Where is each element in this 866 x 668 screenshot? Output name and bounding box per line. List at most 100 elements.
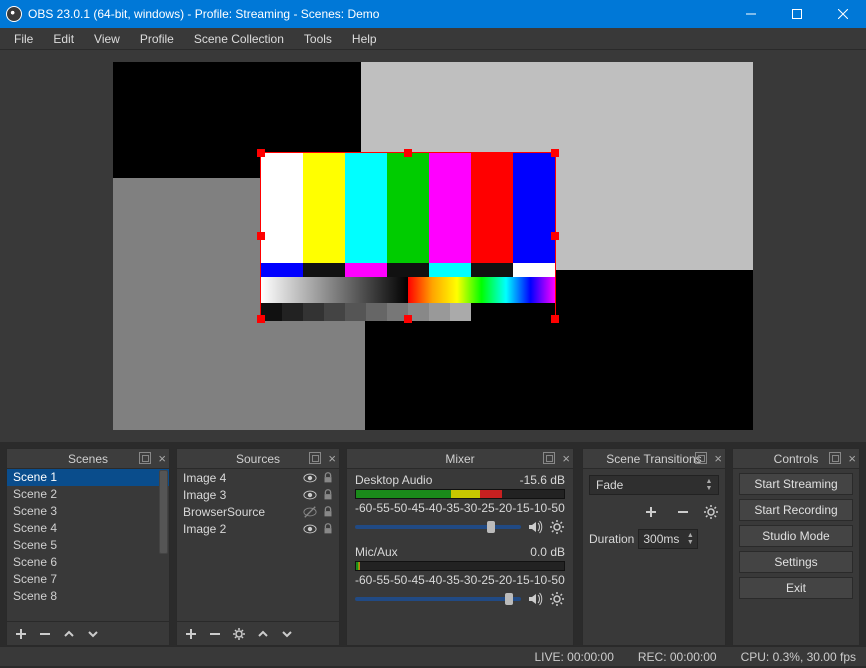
- visibility-hidden-icon[interactable]: [303, 505, 317, 519]
- remove-source-button[interactable]: [203, 623, 227, 645]
- close-icon[interactable]: ×: [158, 451, 166, 466]
- scenes-panel: Scenes × Scene 1 Scene 2 Scene 3 Scene 4 …: [6, 448, 170, 646]
- volume-slider[interactable]: [355, 597, 521, 601]
- studio-mode-button[interactable]: Studio Mode: [739, 525, 853, 547]
- resize-handle-icon[interactable]: [551, 315, 559, 323]
- source-item[interactable]: Image 4: [177, 469, 339, 486]
- transition-select[interactable]: Fade ▲▼: [589, 475, 719, 495]
- source-label: BrowserSource: [183, 505, 303, 519]
- resize-handle-icon[interactable]: [257, 149, 265, 157]
- resize-handle-icon[interactable]: [257, 315, 265, 323]
- popout-icon[interactable]: [309, 452, 321, 464]
- close-icon[interactable]: ×: [714, 451, 722, 466]
- scene-item[interactable]: Scene 4: [7, 520, 169, 537]
- resize-handle-icon[interactable]: [551, 232, 559, 240]
- visibility-icon[interactable]: [303, 471, 317, 485]
- preview-canvas[interactable]: [113, 62, 753, 430]
- channel-db: -15.6 dB: [520, 473, 565, 487]
- menu-tools[interactable]: Tools: [294, 30, 342, 48]
- controls-title: Controls: [774, 452, 819, 466]
- menu-edit[interactable]: Edit: [43, 30, 84, 48]
- source-item[interactable]: Image 3: [177, 486, 339, 503]
- scrollbar-thumb[interactable]: [159, 470, 168, 554]
- source-item[interactable]: Image 2: [177, 520, 339, 537]
- add-scene-button[interactable]: [9, 623, 33, 645]
- scene-item[interactable]: Scene 8: [7, 588, 169, 605]
- lock-icon[interactable]: [321, 505, 335, 519]
- mute-button[interactable]: [527, 519, 543, 535]
- channel-db: 0.0 dB: [530, 545, 565, 559]
- move-up-button[interactable]: [251, 623, 275, 645]
- scene-item[interactable]: Scene 3: [7, 503, 169, 520]
- start-streaming-button[interactable]: Start Streaming: [739, 473, 853, 495]
- meter-scale: -60-55-50-45-40-35-30-25-20-15-10-50: [355, 573, 565, 587]
- duration-label: Duration: [589, 532, 634, 546]
- visibility-icon[interactable]: [303, 522, 317, 536]
- transition-value: Fade: [596, 478, 623, 492]
- menu-help[interactable]: Help: [342, 30, 387, 48]
- transitions-panel: Scene Transitions× Fade▲▼ Duration 300ms…: [582, 448, 726, 646]
- lock-icon[interactable]: [321, 522, 335, 536]
- scene-item[interactable]: Scene 1: [7, 469, 169, 486]
- duration-input[interactable]: 300ms ▲▼: [638, 529, 698, 549]
- resize-handle-icon[interactable]: [551, 149, 559, 157]
- scene-item[interactable]: Scene 6: [7, 554, 169, 571]
- source-label: Image 2: [183, 522, 303, 536]
- menu-profile[interactable]: Profile: [130, 30, 184, 48]
- channel-settings-button[interactable]: [549, 519, 565, 535]
- add-source-button[interactable]: [179, 623, 203, 645]
- lock-icon[interactable]: [321, 471, 335, 485]
- scene-item[interactable]: Scene 7: [7, 571, 169, 588]
- popout-icon[interactable]: [139, 452, 151, 464]
- transition-settings-button[interactable]: [703, 504, 719, 520]
- spinner-icon[interactable]: ▲▼: [684, 530, 696, 548]
- popout-icon[interactable]: [543, 452, 555, 464]
- resize-handle-icon[interactable]: [404, 315, 412, 323]
- meter-scale: -60-55-50-45-40-35-30-25-20-15-10-50: [355, 501, 565, 515]
- sources-list[interactable]: Image 4 Image 3 BrowserSource Image 2: [177, 469, 339, 621]
- resize-handle-icon[interactable]: [404, 149, 412, 157]
- maximize-button[interactable]: [774, 0, 820, 28]
- visibility-icon[interactable]: [303, 488, 317, 502]
- menu-scene-collection[interactable]: Scene Collection: [184, 30, 294, 48]
- close-button[interactable]: [820, 0, 866, 28]
- sources-panel: Sources× Image 4 Image 3 BrowserSource I…: [176, 448, 340, 646]
- move-down-button[interactable]: [275, 623, 299, 645]
- scenes-list[interactable]: Scene 1 Scene 2 Scene 3 Scene 4 Scene 5 …: [7, 469, 169, 621]
- resize-handle-icon[interactable]: [257, 232, 265, 240]
- obs-logo-icon: [6, 6, 22, 22]
- menu-bar: File Edit View Profile Scene Collection …: [0, 28, 866, 50]
- channel-name: Desktop Audio: [355, 473, 432, 487]
- menu-file[interactable]: File: [4, 30, 43, 48]
- mute-button[interactable]: [527, 591, 543, 607]
- move-down-button[interactable]: [81, 623, 105, 645]
- duration-value: 300ms: [643, 532, 679, 546]
- close-icon[interactable]: ×: [562, 451, 570, 466]
- popout-icon[interactable]: [829, 452, 841, 464]
- close-icon[interactable]: ×: [328, 451, 336, 466]
- source-properties-button[interactable]: [227, 623, 251, 645]
- channel-settings-button[interactable]: [549, 591, 565, 607]
- scenes-title: Scenes: [68, 452, 108, 466]
- move-up-button[interactable]: [57, 623, 81, 645]
- exit-button[interactable]: Exit: [739, 577, 853, 599]
- remove-scene-button[interactable]: [33, 623, 57, 645]
- status-bar: LIVE: 00:00:00 REC: 00:00:00 CPU: 0.3%, …: [0, 646, 866, 666]
- remove-transition-button[interactable]: [671, 501, 695, 523]
- scene-item[interactable]: Scene 5: [7, 537, 169, 554]
- popout-icon[interactable]: [695, 452, 707, 464]
- scene-item[interactable]: Scene 2: [7, 486, 169, 503]
- minimize-button[interactable]: [728, 0, 774, 28]
- start-recording-button[interactable]: Start Recording: [739, 499, 853, 521]
- source-image-4-selected[interactable]: [260, 152, 556, 320]
- lock-icon[interactable]: [321, 488, 335, 502]
- updown-icon: ▲▼: [703, 477, 715, 493]
- close-icon[interactable]: ×: [848, 451, 856, 466]
- add-transition-button[interactable]: [639, 501, 663, 523]
- menu-view[interactable]: View: [84, 30, 130, 48]
- source-item[interactable]: BrowserSource: [177, 503, 339, 520]
- settings-button[interactable]: Settings: [739, 551, 853, 573]
- preview-area[interactable]: [0, 50, 866, 442]
- volume-slider[interactable]: [355, 525, 521, 529]
- window-titlebar: OBS 23.0.1 (64-bit, windows) - Profile: …: [0, 0, 866, 28]
